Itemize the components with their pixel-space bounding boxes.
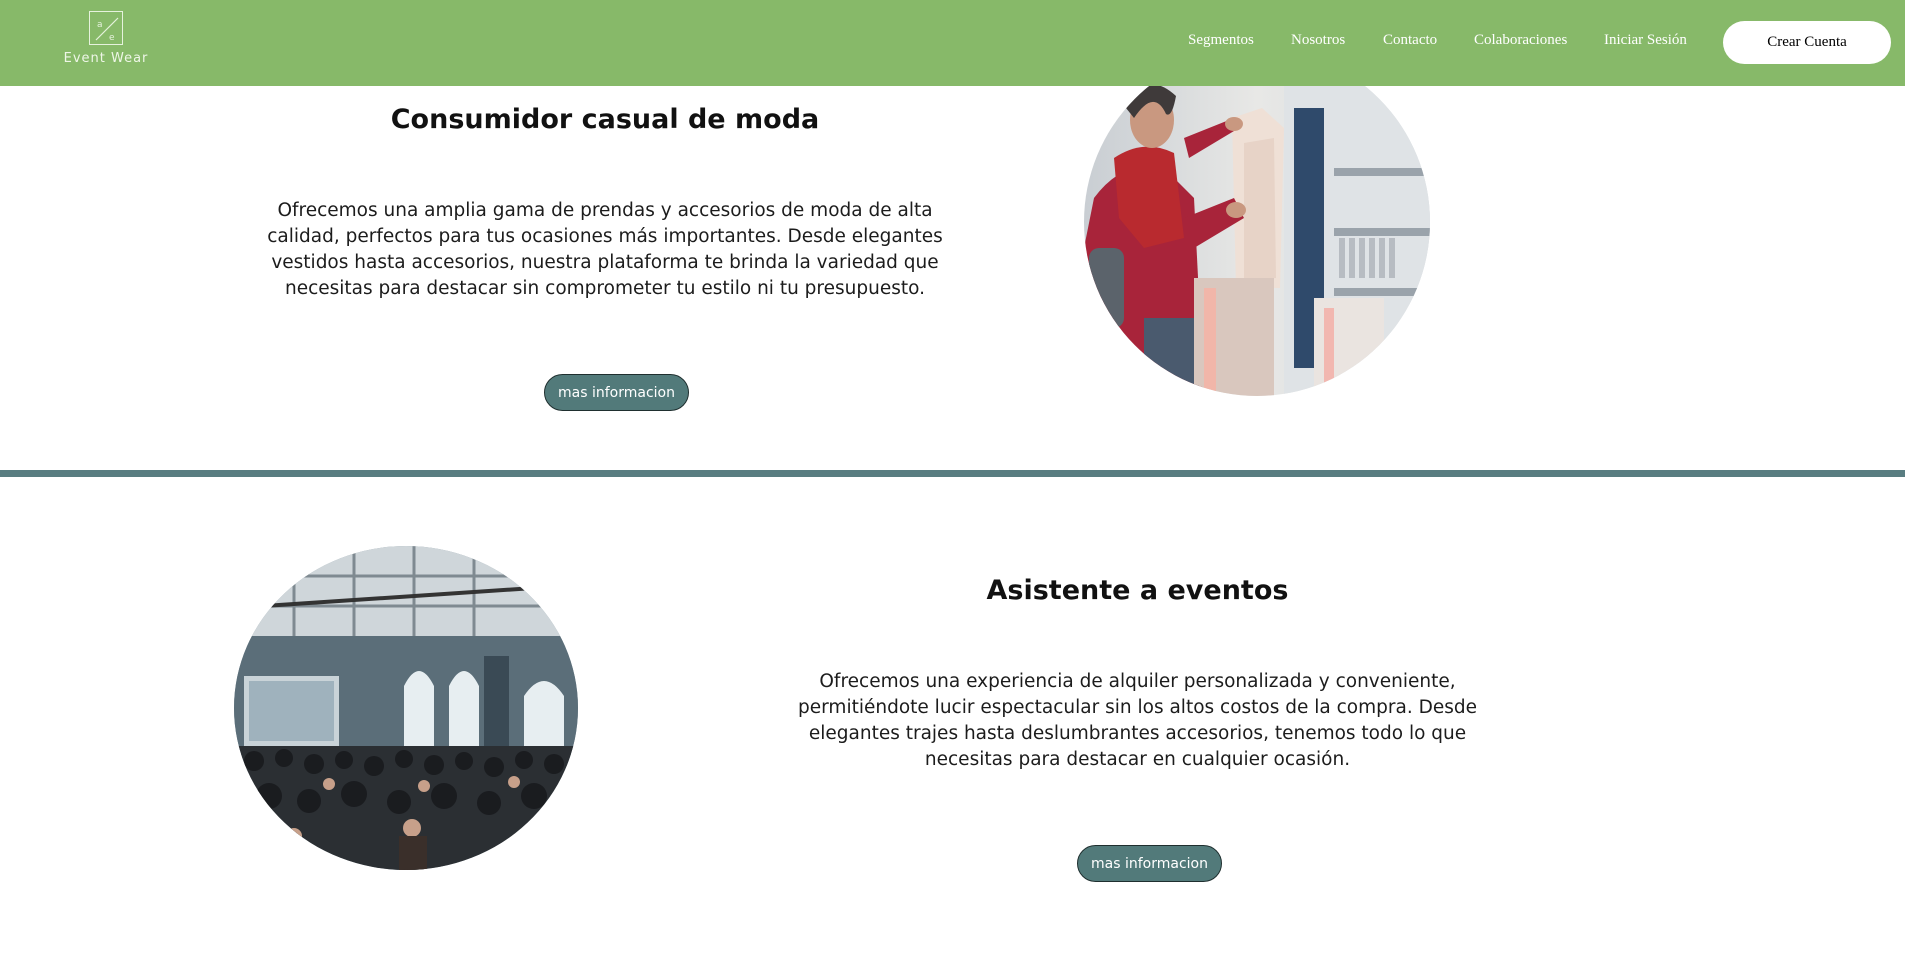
nav-link-contacto[interactable]: Contacto — [1383, 32, 1437, 49]
brand-logo[interactable]: a e Event Wear — [60, 8, 152, 72]
svg-text:e: e — [109, 33, 115, 43]
mas-informacion-button[interactable]: mas informacion — [544, 374, 689, 411]
svg-text:a: a — [97, 20, 103, 30]
woman-shopping-clothes-photo — [1084, 48, 1430, 396]
section-title: Asistente a eventos — [986, 575, 1289, 606]
logo-mark-icon: a e — [89, 11, 123, 45]
section-description: Ofrecemos una experiencia de alquiler pe… — [798, 671, 1477, 770]
crear-cuenta-button[interactable]: Crear Cuenta — [1723, 21, 1891, 64]
nav-link-iniciar-sesion[interactable]: Iniciar Sesión — [1604, 32, 1687, 49]
mas-informacion-button[interactable]: mas informacion — [1077, 845, 1222, 882]
top-navbar: a e Event Wear Segmentos Nosotros Contac… — [0, 0, 1905, 86]
nav-link-segmentos[interactable]: Segmentos — [1188, 32, 1254, 49]
event-crowd-hall-photo — [234, 546, 578, 870]
section-divider — [0, 470, 1905, 477]
section-description: Ofrecemos una amplia gama de prendas y a… — [267, 200, 943, 299]
nav-link-nosotros[interactable]: Nosotros — [1291, 32, 1345, 49]
brand-name: Event Wear — [63, 51, 149, 66]
section-title: Consumidor casual de moda — [390, 104, 820, 135]
nav-link-colaboraciones[interactable]: Colaboraciones — [1474, 32, 1567, 49]
